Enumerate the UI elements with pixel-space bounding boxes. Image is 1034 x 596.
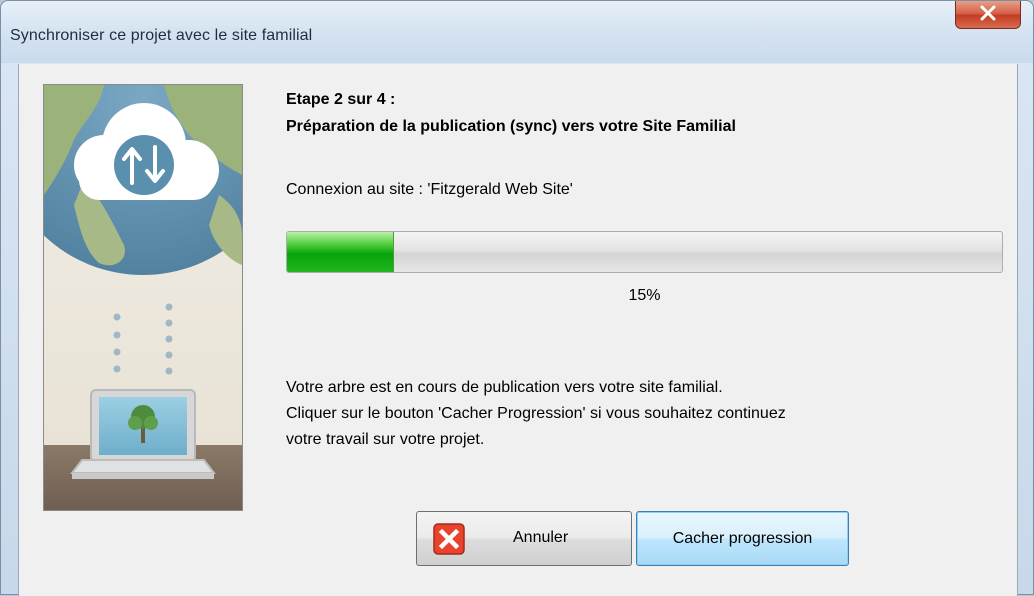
close-button[interactable] — [955, 1, 1021, 29]
step-title: Etape 2 sur 4 : — [286, 91, 396, 108]
message-line: Votre arbre est en cours de publication … — [286, 379, 723, 396]
cancel-button-label: Annuler — [513, 529, 569, 546]
progress-percent: 15% — [628, 287, 661, 304]
progress-fill — [287, 232, 395, 272]
step-subtitle: Préparation de la publication (sync) ver… — [286, 118, 736, 135]
sync-cloud-illustration — [43, 84, 243, 511]
connection-status: Connexion au site : 'Fitzgerald Web Site… — [286, 181, 573, 198]
cancel-button[interactable]: Annuler — [416, 511, 632, 566]
hide-progress-label: Cacher progression — [672, 529, 813, 547]
window-title: Synchroniser ce projet avec le site fami… — [10, 27, 313, 44]
cancel-x-icon — [433, 523, 465, 555]
message-line: votre travail sur votre projet. — [286, 431, 485, 448]
title-bar[interactable]: Synchroniser ce projet avec le site fami… — [1, 1, 1033, 63]
progress-bar — [286, 231, 1003, 273]
hide-progress-button[interactable]: Cacher progression — [636, 511, 849, 566]
close-icon — [979, 5, 997, 24]
status-message: Votre arbre est en cours de publication … — [286, 375, 1016, 453]
message-line: Cliquer sur le bouton 'Cacher Progressio… — [286, 405, 786, 422]
sync-dialog-window: Synchroniser ce projet avec le site fami… — [0, 0, 1034, 596]
dialog-content: Etape 2 sur 4 : Préparation de la public… — [18, 64, 1018, 596]
